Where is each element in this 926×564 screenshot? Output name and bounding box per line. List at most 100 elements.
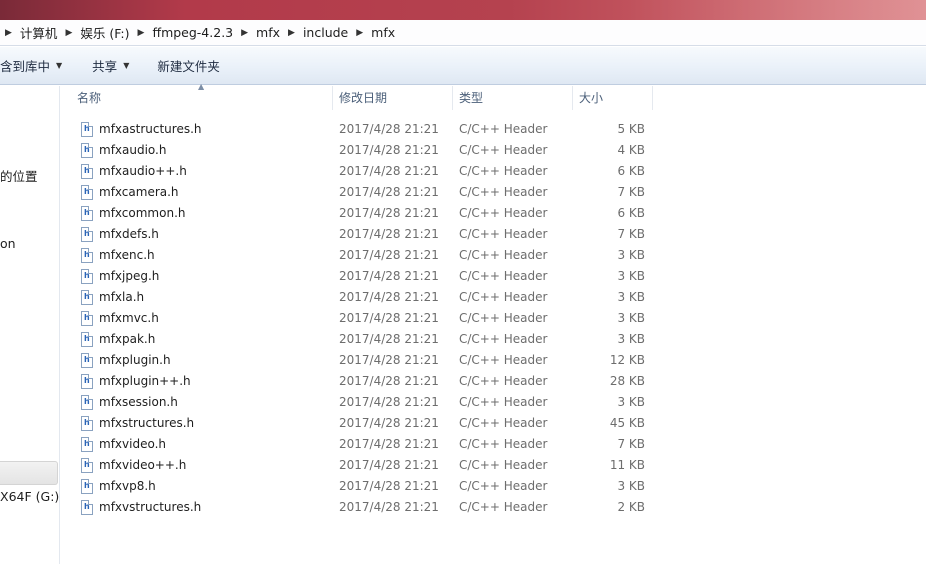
nav-item-location[interactable]: 的位置 xyxy=(0,166,38,185)
file-row[interactable]: h mfxla.h 2017/4/28 21:21 C/C++ Header 3 KB xyxy=(61,287,661,308)
column-header-name[interactable]: 名称 xyxy=(71,86,333,110)
include-in-library-button[interactable]: 含到库中 ▼ xyxy=(0,54,72,78)
file-size: 3 KB xyxy=(617,479,645,493)
file-row[interactable]: h mfxvp8.h 2017/4/28 21:21 C/C++ Header 3 KB xyxy=(61,476,661,497)
file-size: 4 KB xyxy=(617,143,645,157)
file-size: 6 KB xyxy=(617,164,645,178)
file-name: mfxcommon.h xyxy=(99,206,186,220)
file-modified-date: 2017/4/28 21:21 xyxy=(339,311,439,325)
header-file-icon: h xyxy=(81,500,93,515)
breadcrumb-include[interactable]: include xyxy=(300,25,351,40)
header-file-icon: h xyxy=(81,437,93,452)
file-row[interactable]: h mfxvideo++.h 2017/4/28 21:21 C/C++ Header… xyxy=(61,455,661,476)
header-file-icon: h xyxy=(81,374,93,389)
file-row[interactable]: h mfxstructures.h 2017/4/28 21:21 C/C++ Hea… xyxy=(61,413,661,434)
file-type: C/C++ Header xyxy=(459,374,548,388)
nav-item-on[interactable]: on xyxy=(0,236,16,251)
file-size: 7 KB xyxy=(617,437,645,451)
breadcrumb-separator-icon[interactable]: ▶ xyxy=(351,28,368,38)
file-icon-glyph: h xyxy=(84,481,90,490)
file-size: 3 KB xyxy=(617,269,645,283)
file-row[interactable]: h mfxcamera.h 2017/4/28 21:21 C/C++ Header 7… xyxy=(61,182,661,203)
file-type: C/C++ Header xyxy=(459,437,548,451)
file-list-view[interactable]: ▲ 名称 修改日期 类型 大小 h mfxastructures.h 2017/4/… xyxy=(61,82,926,564)
new-folder-button[interactable]: 新建文件夹 xyxy=(147,54,230,78)
file-name: mfxenc.h xyxy=(99,248,155,262)
file-row[interactable]: h mfxvideo.h 2017/4/28 21:21 C/C++ Header 7 … xyxy=(61,434,661,455)
file-size: 3 KB xyxy=(617,311,645,325)
file-row[interactable]: h mfxmvc.h 2017/4/28 21:21 C/C++ Header 3 KB xyxy=(61,308,661,329)
file-size: 45 KB xyxy=(609,416,645,430)
breadcrumb-drive[interactable]: 娱乐 (F:) xyxy=(77,23,132,42)
file-size: 5 KB xyxy=(617,122,645,136)
header-file-icon: h xyxy=(81,164,93,179)
window-title-bar xyxy=(0,0,926,20)
column-header-size[interactable]: 大小 xyxy=(573,86,653,110)
file-type: C/C++ Header xyxy=(459,479,548,493)
column-header-type[interactable]: 类型 xyxy=(453,86,573,110)
file-modified-date: 2017/4/28 21:21 xyxy=(339,143,439,157)
file-row[interactable]: h mfxplugin.h 2017/4/28 21:21 C/C++ Header 1… xyxy=(61,350,661,371)
header-file-icon: h xyxy=(81,458,93,473)
column-header-row: ▲ 名称 修改日期 类型 大小 xyxy=(61,82,661,110)
file-modified-date: 2017/4/28 21:21 xyxy=(339,479,439,493)
file-icon-glyph: h xyxy=(84,355,90,364)
breadcrumb-separator-icon[interactable]: ▶ xyxy=(60,28,77,38)
breadcrumb-computer[interactable]: 计算机 xyxy=(17,23,61,42)
file-row[interactable]: h mfxplugin++.h 2017/4/28 21:21 C/C++ Heade… xyxy=(61,371,661,392)
column-header-date[interactable]: 修改日期 xyxy=(333,86,453,110)
file-type: C/C++ Header xyxy=(459,458,548,472)
header-file-icon: h xyxy=(81,185,93,200)
file-type: C/C++ Header xyxy=(459,164,548,178)
breadcrumb-separator-icon[interactable]: ▶ xyxy=(236,28,253,38)
file-row[interactable]: h mfxdefs.h 2017/4/28 21:21 C/C++ Header 7 K… xyxy=(61,224,661,245)
nav-selected-highlight[interactable] xyxy=(0,461,58,485)
file-row[interactable]: h mfxjpeg.h 2017/4/28 21:21 C/C++ Header 3 K… xyxy=(61,266,661,287)
file-icon-glyph: h xyxy=(84,124,90,133)
file-row[interactable]: h mfxastructures.h 2017/4/28 21:21 C/C++ He… xyxy=(61,119,661,140)
file-row[interactable]: h mfxvstructures.h 2017/4/28 21:21 C/C++ He… xyxy=(61,497,661,518)
breadcrumb-separator-icon[interactable]: ▶ xyxy=(133,28,150,38)
file-name: mfxjpeg.h xyxy=(99,269,160,283)
address-bar[interactable]: ▶ 计算机 ▶ 娱乐 (F:) ▶ ffmpeg-4.2.3 ▶ mfx ▶ i… xyxy=(0,20,926,46)
file-name: mfxvideo++.h xyxy=(99,458,187,472)
file-size: 3 KB xyxy=(617,248,645,262)
breadcrumb-separator-icon[interactable]: ▶ xyxy=(0,28,17,38)
file-row[interactable]: h mfxaudio.h 2017/4/28 21:21 C/C++ Header 4 … xyxy=(61,140,661,161)
file-row[interactable]: h mfxenc.h 2017/4/28 21:21 C/C++ Header 3 KB xyxy=(61,245,661,266)
breadcrumb-mfx[interactable]: mfx xyxy=(253,25,283,40)
file-name: mfxaudio.h xyxy=(99,143,167,157)
breadcrumb-ffmpeg[interactable]: ffmpeg-4.2.3 xyxy=(149,25,236,40)
file-size: 3 KB xyxy=(617,332,645,346)
file-icon-glyph: h xyxy=(84,208,90,217)
header-file-icon: h xyxy=(81,479,93,494)
share-label: 共享 xyxy=(92,59,118,74)
chevron-down-icon: ▼ xyxy=(123,61,130,70)
file-size: 3 KB xyxy=(617,395,645,409)
nav-item-drive[interactable]: X64F (G:) xyxy=(0,489,59,504)
file-size: 2 KB xyxy=(617,500,645,514)
file-size: 3 KB xyxy=(617,290,645,304)
breadcrumb-current-mfx[interactable]: mfx xyxy=(368,25,398,40)
file-icon-glyph: h xyxy=(84,313,90,322)
file-name: mfxplugin++.h xyxy=(99,374,191,388)
file-modified-date: 2017/4/28 21:21 xyxy=(339,458,439,472)
header-file-icon: h xyxy=(81,122,93,137)
file-row[interactable]: h mfxsession.h 2017/4/28 21:21 C/C++ Header… xyxy=(61,392,661,413)
file-row[interactable]: h mfxcommon.h 2017/4/28 21:21 C/C++ Header 6… xyxy=(61,203,661,224)
file-type: C/C++ Header xyxy=(459,332,548,346)
file-name: mfxsession.h xyxy=(99,395,178,409)
file-modified-date: 2017/4/28 21:21 xyxy=(339,164,439,178)
file-row[interactable]: h mfxaudio++.h 2017/4/28 21:21 C/C++ Header… xyxy=(61,161,661,182)
header-file-icon: h xyxy=(81,227,93,242)
breadcrumb-separator-icon[interactable]: ▶ xyxy=(283,28,300,38)
file-icon-glyph: h xyxy=(84,418,90,427)
navigation-pane[interactable]: 的位置 on X64F (G:) xyxy=(0,86,60,564)
header-file-icon: h xyxy=(81,269,93,284)
file-modified-date: 2017/4/28 21:21 xyxy=(339,353,439,367)
share-button[interactable]: 共享 ▼ xyxy=(82,54,139,78)
file-name: mfxla.h xyxy=(99,290,145,304)
file-size: 6 KB xyxy=(617,206,645,220)
file-icon-glyph: h xyxy=(84,397,90,406)
file-row[interactable]: h mfxpak.h 2017/4/28 21:21 C/C++ Header 3 KB xyxy=(61,329,661,350)
